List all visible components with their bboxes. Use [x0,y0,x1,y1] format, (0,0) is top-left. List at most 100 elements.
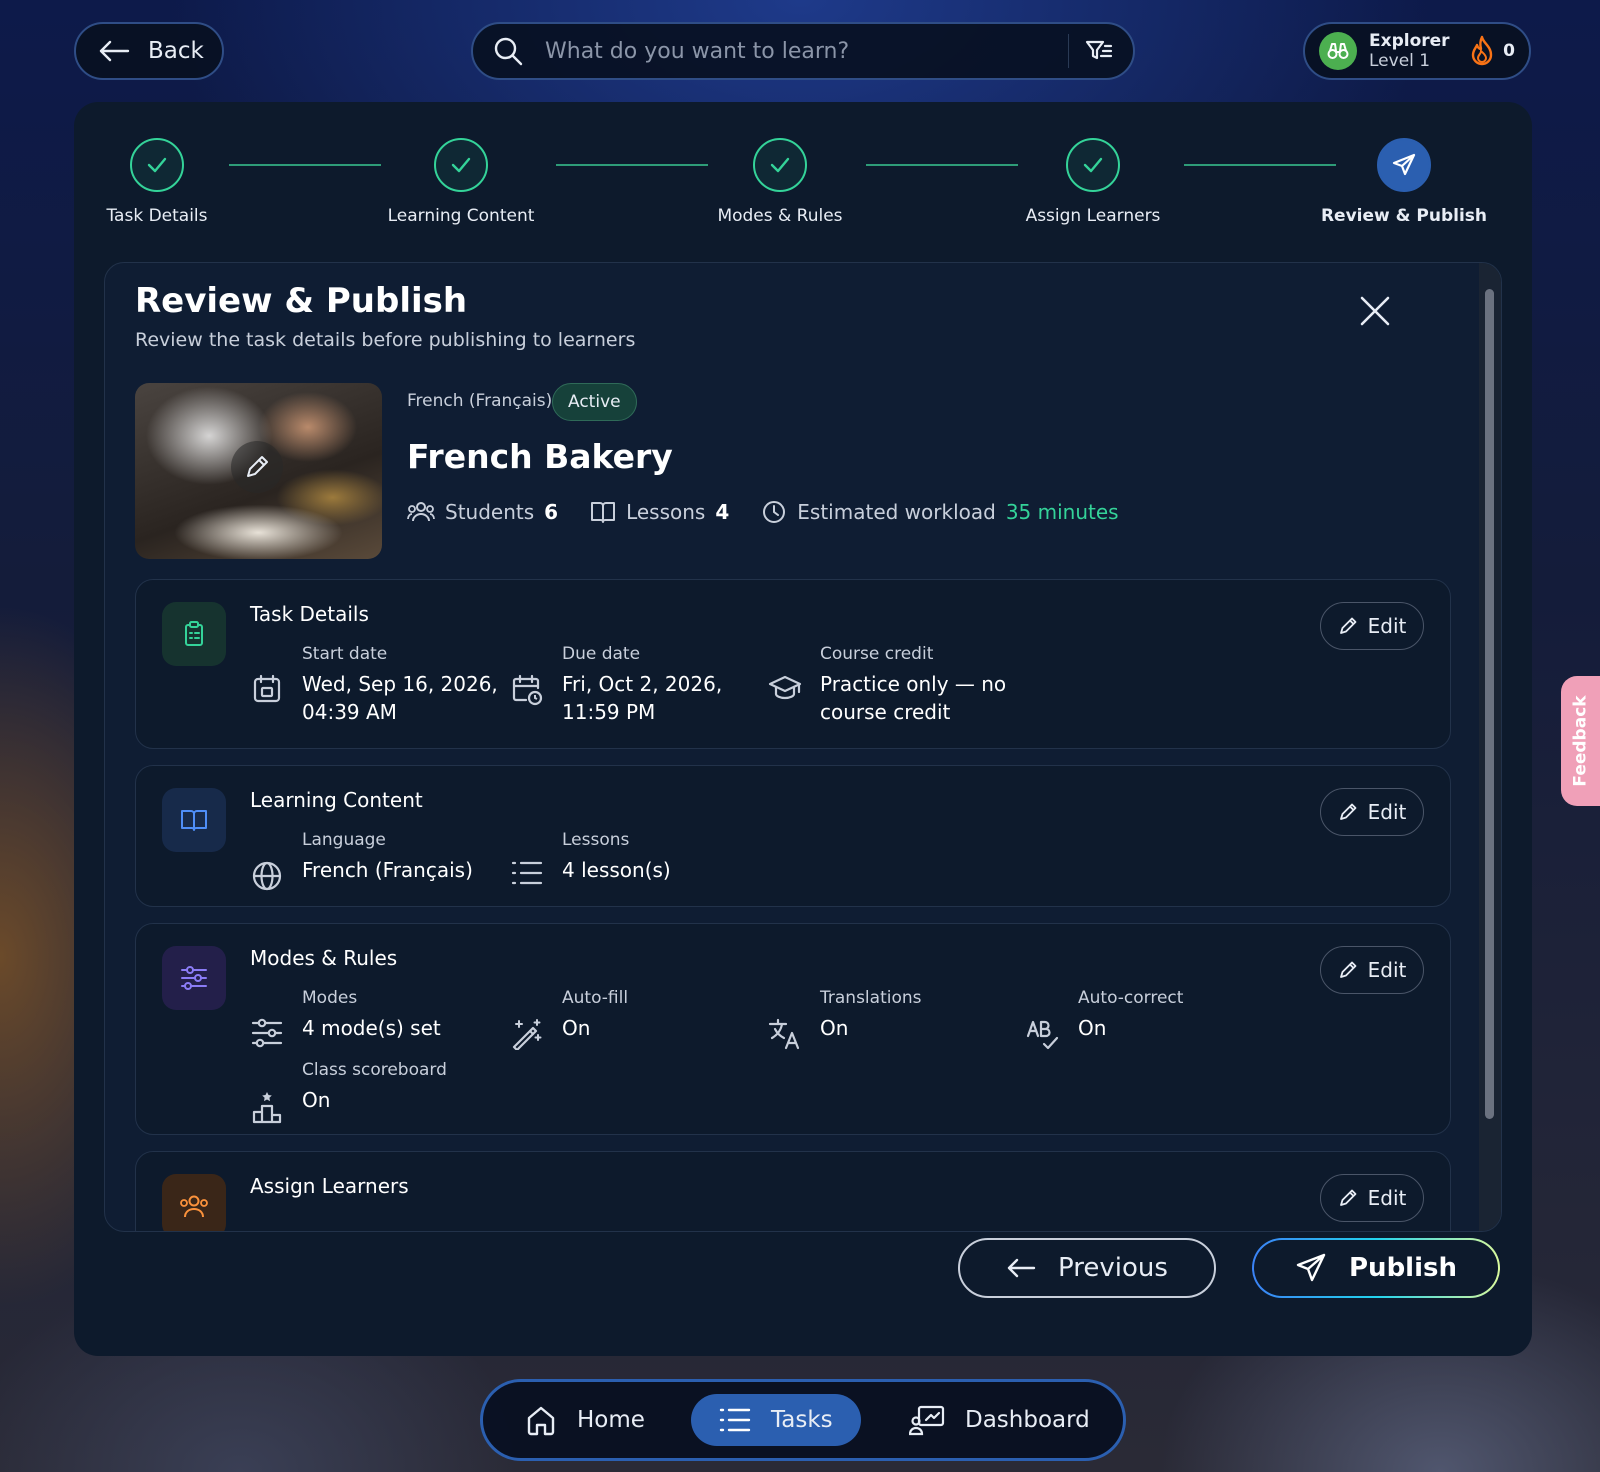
pencil-icon [1338,960,1358,980]
previous-button[interactable]: Previous [958,1238,1216,1298]
stepper-connector [229,164,381,166]
review-card: Review & Publish Review the task details… [104,262,1502,1232]
step-learning-content[interactable]: Learning Content [376,138,546,226]
field-label: Class scoreboard [302,1060,447,1080]
sliders-icon [162,946,226,1010]
arrow-left-icon [1006,1256,1036,1280]
section-learning-content: Learning Content Edit Language French (Fr… [135,765,1451,907]
modes-value: 4 mode(s) set [302,1016,441,1040]
arrow-left-icon [98,39,130,63]
task-cover-image[interactable] [135,383,382,559]
sliders-icon [250,988,284,1048]
nav-home[interactable]: Home [497,1394,673,1446]
pencil-icon [1338,616,1358,636]
start-date-field: Start date Wed, Sep 16, 2026, 04:39 AM [250,644,498,726]
search-icon [493,36,523,66]
section-assign-learners: Assign Learners Edit [135,1151,1451,1231]
nav-tasks[interactable]: Tasks [691,1394,861,1446]
search-input[interactable] [545,38,1068,64]
lessons-label: Lessons [626,500,706,524]
magic-wand-icon [510,988,544,1050]
book-open-icon [162,788,226,852]
step-label: Learning Content [387,206,535,226]
translations-field: Translations On [768,988,922,1050]
edit-label: Edit [1367,800,1407,824]
section-modes-rules: Modes & Rules Edit Modes 4 mode(s) set Au… [135,923,1451,1135]
feedback-label: Feedback [1570,695,1591,787]
lessons-field: Lessons 4 lesson(s) [510,830,671,886]
pencil-icon [231,441,283,493]
wizard-panel: Task Details Learning Content Modes & Ru… [74,102,1532,1356]
edit-label: Edit [1367,958,1407,982]
pencil-icon [1338,802,1358,822]
list-icon [719,1407,751,1433]
profile-chip[interactable]: Explorer Level 1 0 [1303,22,1531,80]
section-title: Assign Learners [250,1174,409,1198]
step-assign-learners[interactable]: Assign Learners [1008,138,1178,226]
edit-label: Edit [1367,614,1407,638]
book-icon [590,500,616,524]
check-icon [130,138,184,192]
check-icon [434,138,488,192]
lessons-count: 4 [715,500,730,524]
scoreboard-field: Class scoreboard On [250,1060,447,1124]
section-task-details: Task Details Edit Start date Wed, Sep 16,… [135,579,1451,749]
edit-modes-rules-button[interactable]: Edit [1320,946,1424,994]
workload-value: 35 minutes [1005,500,1119,524]
step-review-publish[interactable]: Review & Publish [1316,138,1492,226]
field-label: Modes [302,988,358,1008]
step-modes-rules[interactable]: Modes & Rules [700,138,860,226]
back-button[interactable]: Back [74,22,224,80]
step-task-details[interactable]: Task Details [86,138,228,226]
edit-assign-learners-button[interactable]: Edit [1320,1174,1424,1222]
check-icon [1066,138,1120,192]
users-icon [162,1174,226,1231]
students-label: Students [445,500,535,524]
modes-field: Modes 4 mode(s) set [250,988,441,1048]
publish-label: Publish [1349,1253,1457,1283]
course-credit-line2: course credit [820,700,951,724]
edit-label: Edit [1367,1186,1407,1210]
users-icon [407,500,435,524]
course-credit-field: Course credit Practice only — no course cr… [768,644,1006,726]
check-icon [753,138,807,192]
publish-button[interactable]: Publish [1252,1238,1500,1298]
dashboard-icon [909,1404,945,1436]
nav-label: Dashboard [965,1407,1090,1433]
autofill-field: Auto-fill On [510,988,628,1050]
nav-dashboard[interactable]: Dashboard [881,1394,1118,1446]
spellcheck-icon [1026,988,1060,1050]
graduation-cap-icon [768,644,802,726]
streak-count: 0 [1503,41,1515,61]
due-date-field: Due date Fri, Oct 2, 2026, 11:59 PM [510,644,722,726]
stepper-connector [556,164,708,166]
profile-name: Explorer [1369,30,1450,51]
step-label: Assign Learners [1025,206,1161,226]
calendar-clock-icon [510,644,544,726]
feedback-tab[interactable]: Feedback [1561,676,1600,806]
field-label: Translations [820,988,922,1008]
list-icon [510,830,544,886]
due-date-line2: 11:59 PM [562,700,656,724]
scrollbar-thumb[interactable] [1485,289,1494,1119]
translations-value: On [820,1016,849,1040]
close-icon[interactable] [1359,295,1391,327]
field-label: Start date [302,644,388,664]
language-field: Language French (Français) [250,830,473,892]
students-count: 6 [544,500,559,524]
streak-counter: 0 [1469,35,1515,67]
start-date-line2: 04:39 AM [302,700,397,724]
status-badge: Active [552,383,637,421]
clock-icon [761,499,787,525]
field-label: Auto-correct [1078,988,1184,1008]
field-label: Course credit [820,644,934,664]
page-subtitle: Review the task details before publishin… [135,329,636,351]
edit-task-details-button[interactable]: Edit [1320,602,1424,650]
search-bar [471,22,1135,80]
edit-learning-content-button[interactable]: Edit [1320,788,1424,836]
task-title: French Bakery [407,437,673,476]
home-icon [525,1404,557,1436]
filter-icon[interactable] [1085,39,1113,63]
autocorrect-value: On [1078,1016,1107,1040]
pencil-icon [1338,1188,1358,1208]
